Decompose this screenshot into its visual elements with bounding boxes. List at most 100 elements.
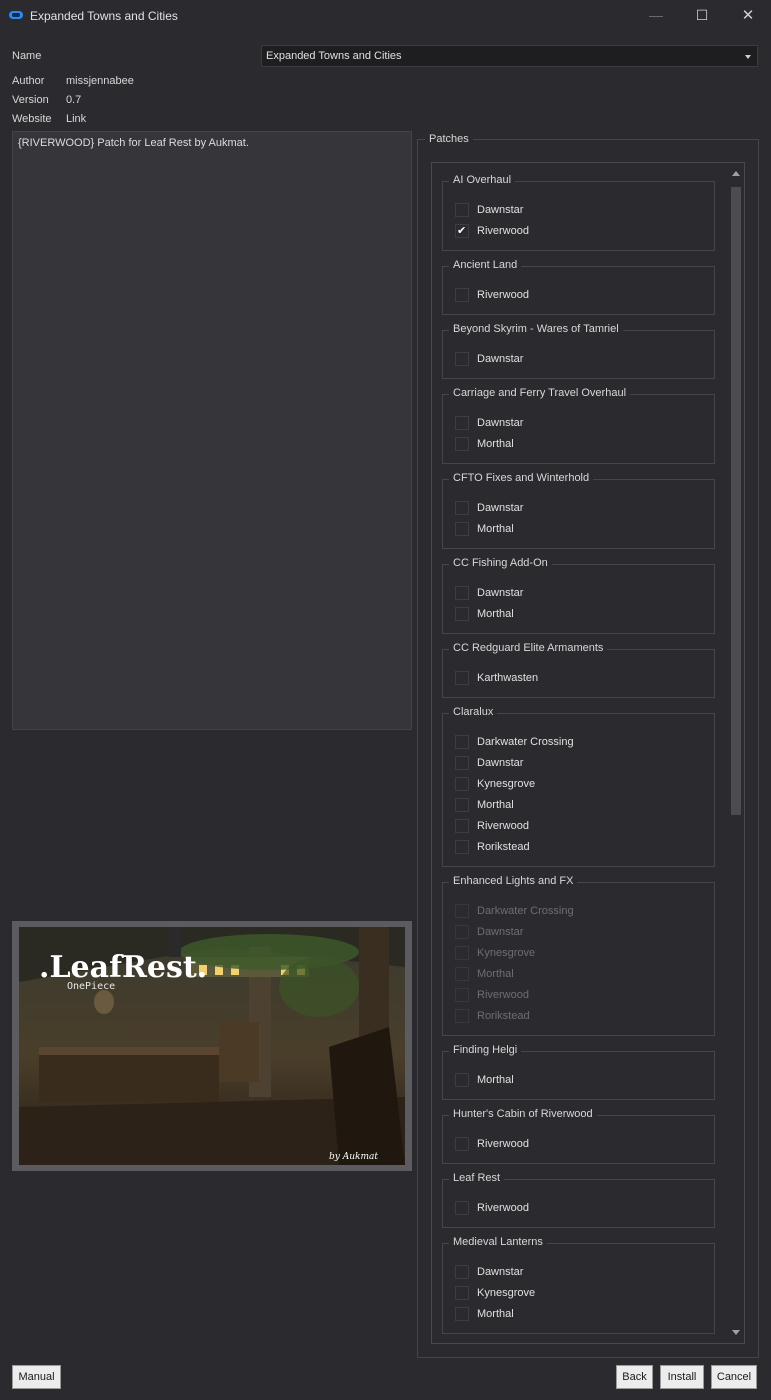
patch-group: Medieval Lanterns Dawnstar Kynesgrove Morth… — [442, 1236, 715, 1334]
checkbox[interactable] — [455, 756, 469, 770]
checkbox[interactable] — [455, 437, 469, 451]
patch-option-label: Dawnstar — [477, 353, 524, 365]
checkbox[interactable] — [455, 798, 469, 812]
patch-option-label: Kynesgrove — [477, 1287, 536, 1299]
checkbox[interactable] — [455, 416, 469, 430]
checkbox — [455, 988, 469, 1002]
checkbox — [455, 925, 469, 939]
cancel-button[interactable]: Cancel — [711, 1365, 757, 1389]
checkbox[interactable] — [455, 288, 469, 302]
patch-group: Carriage and Ferry Travel Overhaul Dawnst… — [442, 387, 715, 464]
patch-group: Claralux Darkwater Crossing Dawnstar Kynesg… — [442, 706, 715, 867]
preview-image: .LeafRest. OnePiece by Aukmat — [12, 921, 412, 1171]
patch-group-title: Finding Helgi — [449, 1044, 522, 1056]
scroll-up-icon[interactable] — [732, 171, 740, 176]
patch-option-label: Morthal — [477, 1308, 514, 1320]
app-logo-icon — [9, 11, 23, 19]
patch-group: Ancient Land Riverwood — [442, 259, 715, 315]
chevron-down-icon — [745, 55, 751, 59]
checkbox[interactable] — [455, 607, 469, 621]
checkbox[interactable] — [455, 1073, 469, 1087]
patch-group-title: Leaf Rest — [449, 1172, 505, 1184]
window-title: Expanded Towns and Cities — [30, 9, 178, 23]
checkbox[interactable] — [455, 1201, 469, 1215]
patch-group: CC Fishing Add-On Dawnstar Morthal — [442, 557, 715, 634]
patch-option-label: Kynesgrove — [477, 778, 536, 790]
patch-group-title: CC Fishing Add-On — [449, 557, 552, 569]
checkbox[interactable] — [455, 671, 469, 685]
preview-logo-text: .LeafRest. — [39, 950, 207, 985]
vertical-scrollbar[interactable] — [728, 163, 744, 1343]
checkbox-checked[interactable] — [455, 224, 469, 238]
patches-title: Patches — [425, 133, 473, 145]
checkbox — [455, 1009, 469, 1023]
checkbox[interactable] — [455, 840, 469, 854]
close-button[interactable]: ✕ — [725, 0, 771, 31]
patch-option-label: Dawnstar — [477, 926, 524, 938]
patch-option-label: Morthal — [477, 608, 514, 620]
patch-option-label: Riverwood — [477, 1202, 529, 1214]
patch-option-label: Dawnstar — [477, 757, 524, 769]
checkbox[interactable] — [455, 1307, 469, 1321]
patch-option-label: Rorikstead — [477, 1010, 530, 1022]
patch-option-label: Morthal — [477, 438, 514, 450]
checkbox[interactable] — [455, 1286, 469, 1300]
checkbox[interactable] — [455, 352, 469, 366]
checkbox[interactable] — [455, 203, 469, 217]
checkbox[interactable] — [455, 735, 469, 749]
checkbox — [455, 967, 469, 981]
patch-option-label: Dawnstar — [477, 587, 524, 599]
patch-option-label: Rorikstead — [477, 841, 530, 853]
scroll-down-icon[interactable] — [732, 1330, 740, 1335]
patch-option-label: Morthal — [477, 968, 514, 980]
patch-group-title: Hunter's Cabin of Riverwood — [449, 1108, 597, 1120]
checkbox[interactable] — [455, 819, 469, 833]
website-link[interactable]: Link — [66, 113, 86, 125]
checkbox[interactable] — [455, 522, 469, 536]
patch-group-title: CC Redguard Elite Armaments — [449, 642, 608, 654]
patch-option-label: Dawnstar — [477, 417, 524, 429]
back-button[interactable]: Back — [616, 1365, 653, 1389]
scrollbar-thumb[interactable] — [731, 187, 741, 815]
patches-scroll-area[interactable]: AI OverhaulDawnstarRiverwoodAncient Land… — [431, 162, 745, 1344]
checkbox[interactable] — [455, 1265, 469, 1279]
patch-option-label: Darkwater Crossing — [477, 905, 574, 917]
patch-group: Beyond Skyrim - Wares of Tamriel Dawnstar — [442, 323, 715, 379]
version-label: Version — [12, 94, 49, 106]
maximize-button[interactable]: ☐ — [679, 0, 725, 31]
patch-option-label: Karthwasten — [477, 672, 539, 684]
patch-option-label: Dawnstar — [477, 204, 524, 216]
checkbox — [455, 904, 469, 918]
patch-group: CC Redguard Elite Armaments Karthwasten — [442, 642, 715, 698]
manual-button[interactable]: Manual — [12, 1365, 61, 1389]
patch-group-title: Medieval Lanterns — [449, 1236, 547, 1248]
patch-option-label: Dawnstar — [477, 502, 524, 514]
checkbox — [455, 946, 469, 960]
patch-option-label: Kynesgrove — [477, 947, 536, 959]
checkbox[interactable] — [455, 1137, 469, 1151]
patch-option-label: Darkwater Crossing — [477, 736, 574, 748]
patch-option-label: Riverwood — [477, 989, 529, 1001]
preview-signature-text: by Aukmat — [329, 1152, 378, 1162]
install-button[interactable]: Install — [660, 1365, 704, 1389]
preview-subtitle-text: OnePiece — [67, 981, 115, 992]
patch-group: Leaf Rest Riverwood — [442, 1172, 715, 1228]
name-label: Name — [12, 50, 42, 62]
patch-option-label: Morthal — [477, 1074, 514, 1086]
checkbox[interactable] — [455, 586, 469, 600]
name-dropdown[interactable]: Expanded Towns and Cities — [261, 45, 758, 67]
name-dropdown-value: Expanded Towns and Cities — [266, 50, 402, 62]
patch-option-label: Riverwood — [477, 289, 529, 301]
title-bar: Expanded Towns and Cities — ☐ ✕ — [0, 0, 771, 31]
author-label: Author — [12, 75, 45, 87]
minimize-button[interactable]: — — [633, 0, 679, 31]
preview-picture: .LeafRest. OnePiece by Aukmat — [19, 927, 405, 1165]
patch-group: Enhanced Lights and FX Darkwater Crossing… — [442, 875, 715, 1036]
author-value: missjennabee — [66, 75, 134, 87]
checkbox[interactable] — [455, 501, 469, 515]
patch-option-label: Morthal — [477, 523, 514, 535]
checkbox[interactable] — [455, 777, 469, 791]
patch-group: AI Overhaul Dawnstar Riverwood — [442, 174, 715, 251]
patch-option-label: Riverwood — [477, 225, 529, 237]
patch-group-title: Carriage and Ferry Travel Overhaul — [449, 387, 631, 399]
